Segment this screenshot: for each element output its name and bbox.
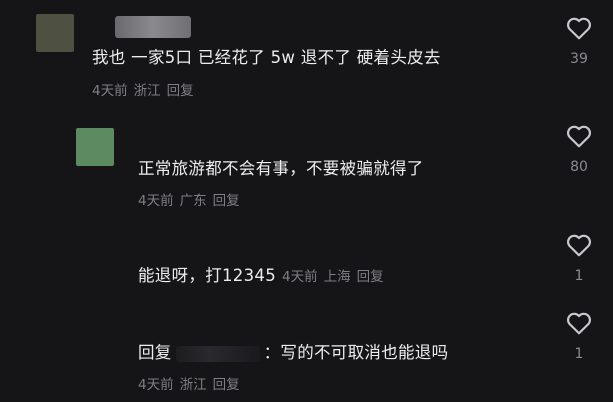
comment-time: 4天前 — [92, 83, 128, 99]
comment-text: 正常旅游都不会有事，不要被骗就得了 — [138, 159, 424, 178]
comment-location: 上海 — [323, 269, 351, 285]
heart-outline-icon — [567, 125, 591, 148]
heart-outline-icon — [567, 234, 591, 257]
like-button[interactable] — [564, 124, 594, 148]
comment-time: 4天前 — [282, 269, 318, 285]
reply-button[interactable]: 回复 — [213, 193, 240, 209]
like-button[interactable] — [564, 16, 594, 40]
avatar[interactable] — [76, 128, 114, 166]
reply-button[interactable]: 回复 — [357, 269, 384, 285]
comment-body: ：写的不可取消也能退吗 — [263, 343, 449, 362]
like-count: 1 — [574, 268, 584, 284]
comment-time: 4天前 — [138, 193, 174, 209]
comment-text: 回复 ：写的不可取消也能退吗 — [138, 343, 448, 363]
reply-button[interactable]: 回复 — [213, 377, 240, 393]
comment-meta: 4天前 浙江 回复 — [92, 82, 194, 100]
reply-prefix: 回复 — [138, 343, 172, 362]
like-count: 80 — [570, 159, 588, 175]
like-button[interactable] — [564, 311, 594, 335]
reply-button[interactable]: 回复 — [167, 83, 194, 99]
comment-meta: 4天前 广东 回复 — [138, 192, 240, 210]
heart-outline-icon — [567, 312, 591, 335]
heart-outline-icon — [567, 17, 591, 40]
comment-time: 4天前 — [138, 377, 174, 393]
comment-text: 我也 一家5口 已经花了 5w 退不了 硬着头皮去 — [92, 48, 441, 67]
comment-meta: 4天前 浙江 回复 — [138, 376, 240, 394]
avatar[interactable] — [36, 14, 74, 52]
replied-username-redacted[interactable] — [175, 345, 260, 362]
comment-text: 能退呀，打12345 4天前 上海 回复 — [138, 266, 384, 287]
like-count: 1 — [574, 346, 584, 362]
comment-body: 能退呀，打12345 — [138, 266, 276, 285]
comment-location: 广东 — [179, 193, 207, 209]
comment-location: 浙江 — [179, 377, 207, 393]
like-button[interactable] — [564, 233, 594, 257]
comment-location: 浙江 — [133, 83, 161, 99]
comment-meta: 4天前 上海 回复 — [282, 269, 384, 285]
username-redacted[interactable] — [115, 16, 191, 38]
like-count: 39 — [570, 51, 588, 67]
